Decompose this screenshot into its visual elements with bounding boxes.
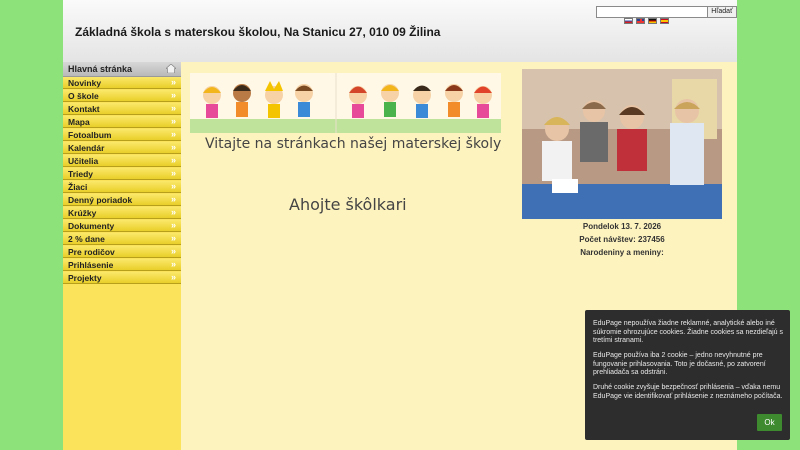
double-chevron-right-icon: » [170,207,176,217]
sidebar-item-label: Novinky [68,78,102,88]
sidebar-item-label: Prihlásenie [68,260,114,270]
namedays-link[interactable]: Narodeniny a meniny: [522,246,722,259]
sidebar-item-label: Učitelia [68,156,99,166]
sidebar-item-label: Denný poriadok [68,195,133,205]
sidebar-item-2-percent-dane[interactable]: 2 % dane » [63,233,181,245]
double-chevron-right-icon: » [170,168,176,178]
sidebar-item-ucitelia[interactable]: Učitelia » [63,155,181,167]
info-panel: Pondelok 13. 7. 2026 Počet návštev: 2374… [522,220,722,259]
current-date: Pondelok 13. 7. 2026 [582,222,662,231]
double-chevron-right-icon: » [170,129,176,139]
flag-german-icon[interactable] [648,18,657,24]
sidebar-item-label: Dokumenty [68,221,115,231]
cookie-text: Druhé cookie zvyšuje bezpečnosť prihláse… [593,384,783,400]
double-chevron-right-icon: » [170,181,176,191]
sidebar-item-ziaci[interactable]: Žiaci » [63,181,181,193]
search-input[interactable] [596,6,708,18]
sidebar-item-label: Krúžky [68,208,97,218]
double-chevron-right-icon: » [170,77,176,87]
double-chevron-right-icon: » [170,155,176,165]
child-figure [542,117,572,181]
sidebar-item-label: O škole [68,91,99,101]
sidebar-item-fotoalbum[interactable]: Fotoalbum » [63,129,181,141]
sidebar-menu: Novinky » O škole » Kontakt » Mapa » Fotoalb… [63,77,181,285]
sidebar-item-triedy[interactable]: Triedy » [63,168,181,180]
sidebar-item-prihlasenie[interactable]: Prihlásenie » [63,259,181,271]
cookie-text: EduPage nepoužíva žiadne reklamné, analy… [593,320,783,344]
cookie-text: EduPage používa iba 2 cookie – jedno nev… [593,352,766,376]
sidebar-item-o-skole[interactable]: O škole » [63,90,181,102]
sidebar-item-label: 2 % dane [68,234,105,244]
sidebar-item-label: Hlavná stránka [68,64,133,74]
kids-banner-image [190,73,501,133]
sidebar: Hlavná stránka Novinky » O škole » Kontakt… [63,62,181,450]
sidebar-item-label: Projekty [68,273,102,283]
double-chevron-right-icon: » [170,220,176,230]
flag-spanish-icon[interactable] [660,18,669,24]
double-chevron-right-icon: » [170,272,176,282]
sidebar-item-label: Žiaci [68,182,88,192]
sidebar-item-dokumenty[interactable]: Dokumenty » [63,220,181,232]
sidebar-item-label: Kalendár [68,143,105,153]
cookie-notice: EduPage nepoužíva žiadne reklamné, analy… [585,310,790,440]
double-chevron-right-icon: » [170,194,176,204]
sidebar-item-label: Triedy [68,169,94,179]
child-figure [617,105,647,171]
double-chevron-right-icon: » [170,90,176,100]
child-figure [670,99,704,185]
sidebar-item-label: Mapa [68,117,90,127]
sidebar-item-mapa[interactable]: Mapa » [63,116,181,128]
greeting-text: Ahojte škôlkari [289,195,407,214]
header: Základná škola s materskou školou, Na St… [63,0,737,62]
sidebar-item-label: Kontakt [68,104,100,114]
double-chevron-right-icon: » [170,103,176,113]
children-photo [522,69,722,219]
sidebar-item-label: Fotoalbum [68,130,112,140]
double-chevron-right-icon: » [170,233,176,243]
flag-english-icon[interactable] [636,18,645,24]
cookie-ok-button[interactable]: Ok [757,414,782,431]
double-chevron-right-icon: » [170,116,176,126]
house-icon [166,64,176,73]
flag-slovak-icon[interactable] [624,18,633,24]
welcome-heading: Vitajte na stránkach našej materskej ško… [205,136,502,152]
sidebar-item-home[interactable]: Hlavná stránka [63,62,181,77]
double-chevron-right-icon: » [170,246,176,256]
sidebar-item-denny-poriadok[interactable]: Denný poriadok » [63,194,181,206]
sidebar-item-novinky[interactable]: Novinky » [63,77,181,89]
school-title: Základná škola s materskou školou, Na St… [75,25,441,39]
visit-counter: Počet návštev: 237456 [579,235,665,244]
double-chevron-right-icon: » [170,259,176,269]
sidebar-item-kalendar[interactable]: Kalendár » [63,142,181,154]
sidebar-item-projekty[interactable]: Projekty » [63,272,181,284]
child-figure [580,100,608,162]
double-chevron-right-icon: » [170,142,176,152]
sidebar-item-kontakt[interactable]: Kontakt » [63,103,181,115]
search-button[interactable]: Hľadať [707,6,737,18]
sidebar-item-kruzky[interactable]: Krúžky » [63,207,181,219]
sidebar-item-label: Pre rodičov [68,247,115,257]
sidebar-item-pre-rodicov[interactable]: Pre rodičov » [63,246,181,258]
